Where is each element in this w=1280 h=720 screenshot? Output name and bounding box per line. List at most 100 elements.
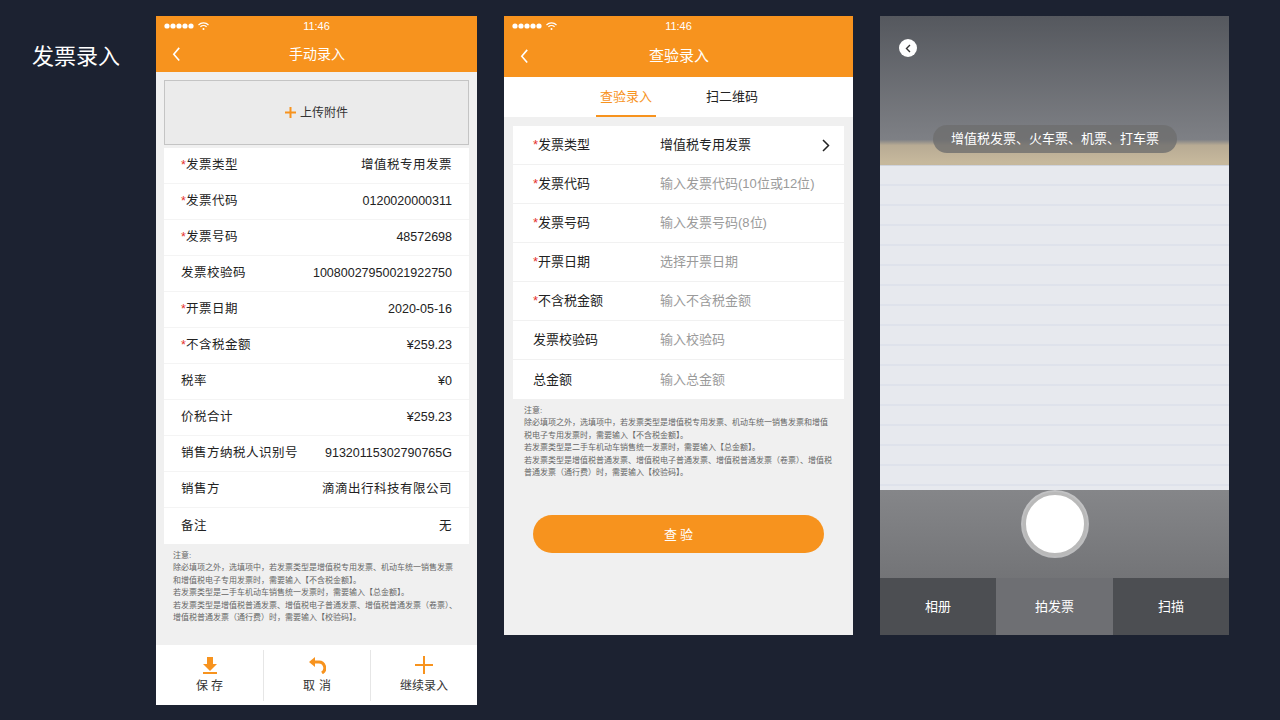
field-value: 48572698 xyxy=(396,228,452,247)
field-value: 无 xyxy=(439,517,452,536)
tab[interactable]: 查验录入 xyxy=(596,77,656,117)
cancel-button[interactable]: 取 消 xyxy=(263,650,370,701)
required-mark: * xyxy=(533,176,538,191)
required-mark: * xyxy=(181,338,186,352)
signal-icon xyxy=(164,23,194,29)
required-mark: * xyxy=(181,230,186,244)
text-input[interactable] xyxy=(660,174,830,194)
form-row[interactable]: *发票类型增值税专用发票 xyxy=(513,126,844,165)
check-button[interactable]: 查 验 xyxy=(533,515,824,553)
field-row[interactable]: *发票号码48572698 xyxy=(164,220,469,256)
invoice-photo xyxy=(880,165,1229,490)
field-label: 发票代码 xyxy=(186,194,238,208)
text-input[interactable] xyxy=(660,213,830,233)
back-icon[interactable] xyxy=(172,47,181,61)
form-row[interactable]: *不含税金额 xyxy=(513,282,844,321)
field-value: 10080027950021922750 xyxy=(313,264,452,283)
chevron-right-icon[interactable] xyxy=(822,139,830,152)
field-row[interactable]: 税率¥0 xyxy=(164,364,469,400)
form-row[interactable]: 发票校验码 xyxy=(513,321,844,360)
field-label: 发票校验码 xyxy=(181,266,246,280)
field-label: 备注 xyxy=(181,519,207,533)
field-label: 开票日期 xyxy=(186,302,238,316)
text-input[interactable] xyxy=(660,330,830,350)
form-row[interactable]: 总金额 xyxy=(513,360,844,399)
upload-box[interactable]: 上传附件 xyxy=(164,80,469,145)
camera-mode-bar: 相册 拍发票扫描 xyxy=(880,578,1229,635)
field-value: 0120020000311 xyxy=(363,192,452,211)
note-line: 若发票类型是二手车机动车销售统一发票时，需要输入【总金额】。 xyxy=(173,587,460,599)
field-value: 增值税专用发票 xyxy=(361,156,452,175)
note-line: 若发票类型是增值税普通发票、增值税电子普通发票、增值税普通发票（卷票）、增值税普… xyxy=(173,600,460,625)
header-title: 手动录入 xyxy=(289,44,345,65)
header: 手动录入 xyxy=(156,36,477,72)
action-label: 继续录入 xyxy=(400,677,448,695)
save-icon xyxy=(201,656,219,674)
manual-entry-screen: 11:46手动录入上传附件*发票类型增值税专用发票*发票代码0120020000… xyxy=(156,16,477,705)
header: 查验录入 xyxy=(504,36,853,77)
note-line: 除必填项之外，选填项中，若发票类型是增值税专用发票、机动车统一销售发票和增值税电… xyxy=(524,417,833,442)
required-mark: * xyxy=(181,194,186,208)
field-row[interactable]: *发票类型增值税专用发票 xyxy=(164,148,469,184)
note-line: 除必填项之外，选填项中，若发票类型是增值税专用发票、机动车统一销售发票和增值税电… xyxy=(173,562,460,587)
required-mark: * xyxy=(181,158,186,172)
upload-label: 上传附件 xyxy=(300,104,348,122)
camera-mode[interactable]: 扫描 xyxy=(1113,578,1229,635)
tab-bar: 查验录入 扫二维码 xyxy=(504,77,853,117)
camera-hint: 增值税发票、火车票、机票、打车票 xyxy=(933,125,1177,153)
required-mark: * xyxy=(533,254,538,269)
form-row[interactable]: *发票号码 xyxy=(513,204,844,243)
save-button[interactable]: 保 存 xyxy=(156,650,263,701)
header-title: 查验录入 xyxy=(649,45,709,68)
back-icon[interactable] xyxy=(520,49,529,63)
field-label: 价税合计 xyxy=(181,410,233,424)
status-time: 11:46 xyxy=(665,18,692,35)
plus-icon xyxy=(415,656,433,674)
status-bar: 11:46 xyxy=(156,16,477,36)
select-value[interactable]: 增值税专用发票 xyxy=(660,135,822,155)
status-time: 11:46 xyxy=(303,18,330,35)
field-label: 税率 xyxy=(181,374,207,388)
field-row[interactable]: *开票日期2020-05-16 xyxy=(164,292,469,328)
action-label: 保 存 xyxy=(196,677,223,695)
form-row[interactable]: *发票代码 xyxy=(513,165,844,204)
field-row[interactable]: 价税合计 ¥259.23 xyxy=(164,400,469,436)
text-input[interactable] xyxy=(660,252,830,272)
field-row[interactable]: *不含税金额¥259.23 xyxy=(164,328,469,364)
field-row[interactable]: 发票校验码 10080027950021922750 xyxy=(164,256,469,292)
signal-icon xyxy=(512,23,542,29)
field-label: 总金额 xyxy=(533,372,572,387)
undo-icon xyxy=(308,656,326,674)
close-button[interactable] xyxy=(899,39,917,57)
tab[interactable]: 扫二维码 xyxy=(702,77,762,117)
field-value: ¥259.23 xyxy=(407,408,452,427)
plus-icon xyxy=(285,107,296,118)
field-row[interactable]: 备注 无 xyxy=(164,508,469,544)
text-input[interactable] xyxy=(660,291,830,311)
status-bar: 11:46 xyxy=(504,16,853,36)
page-title: 发票录入 xyxy=(32,16,156,72)
form-row[interactable]: *开票日期 xyxy=(513,243,844,282)
text-input[interactable] xyxy=(660,370,830,390)
field-label: 发票号码 xyxy=(538,215,590,230)
field-value: 滴滴出行科技有限公司 xyxy=(322,480,452,499)
field-row[interactable]: *发票代码 0120020000311 xyxy=(164,184,469,220)
field-label: 不含税金额 xyxy=(538,293,603,308)
field-label: 发票校验码 xyxy=(533,332,598,347)
action-bar: 保 存 取 消继续录入 xyxy=(156,645,477,705)
wifi-icon xyxy=(546,22,557,30)
shutter-button[interactable] xyxy=(1023,492,1087,556)
field-label: 发票类型 xyxy=(538,137,590,152)
field-label: 发票代码 xyxy=(538,176,590,191)
check-entry-screen: 11:46查验录入查验录入扫二维码*发票类型增值税专用发票*发票代码*发票号码*… xyxy=(504,16,853,635)
camera-mode[interactable]: 相册 xyxy=(880,578,996,635)
required-mark: * xyxy=(533,293,538,308)
field-row[interactable]: 销售方纳税人识别号91320115302790765G xyxy=(164,436,469,472)
note-line: 若发票类型是二手车机动车销售统一发票时，需要输入【总金额】。 xyxy=(524,442,833,454)
field-row[interactable]: 销售方滴滴出行科技有限公司 xyxy=(164,472,469,508)
add-button[interactable]: 继续录入 xyxy=(370,650,477,701)
camera-mode-label: 相册 xyxy=(925,597,951,617)
camera-mode[interactable]: 拍发票 xyxy=(996,578,1112,635)
check-form: *发票类型增值税专用发票*发票代码*发票号码*开票日期*不含税金额发票校验码总金… xyxy=(513,126,844,399)
notes-title: 注意: xyxy=(524,405,833,417)
